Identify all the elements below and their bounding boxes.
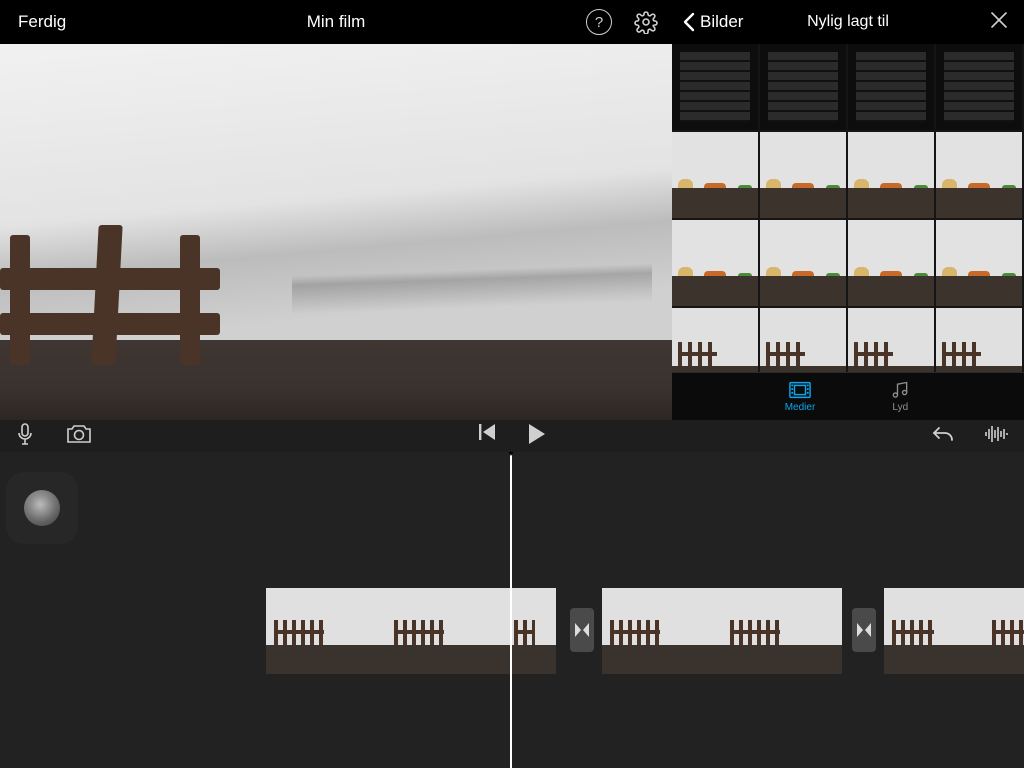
transition-button[interactable] bbox=[852, 608, 876, 652]
preview-viewer[interactable] bbox=[0, 44, 672, 420]
timeline-clip[interactable] bbox=[266, 588, 556, 674]
timeline[interactable] bbox=[0, 452, 1024, 768]
media-thumbnail[interactable] bbox=[848, 308, 934, 372]
media-thumbnail[interactable] bbox=[672, 220, 758, 306]
camera-icon[interactable] bbox=[66, 424, 92, 449]
media-grid[interactable] bbox=[672, 44, 1024, 372]
media-thumbnail[interactable] bbox=[936, 308, 1022, 372]
media-thumbnail[interactable] bbox=[936, 220, 1022, 306]
gear-icon[interactable] bbox=[634, 10, 658, 34]
playback-toolbar bbox=[0, 420, 1024, 452]
media-thumbnail[interactable] bbox=[848, 44, 934, 130]
media-thumbnail[interactable] bbox=[760, 308, 846, 372]
microphone-icon[interactable] bbox=[16, 423, 34, 450]
transition-button[interactable] bbox=[570, 608, 594, 652]
editor-header: Ferdig Min film ? bbox=[0, 0, 672, 44]
media-browser-header: Bilder Nylig lagt til bbox=[672, 0, 1024, 44]
tab-media[interactable]: Medier bbox=[785, 380, 816, 413]
media-thumbnail[interactable] bbox=[760, 220, 846, 306]
media-thumbnail[interactable] bbox=[672, 132, 758, 218]
back-label: Bilder bbox=[700, 12, 743, 32]
help-icon[interactable]: ? bbox=[586, 9, 612, 35]
timeline-clip[interactable] bbox=[602, 588, 842, 674]
media-browser: Medier Lyd bbox=[672, 44, 1024, 420]
waveform-icon[interactable] bbox=[984, 425, 1008, 448]
top-bar: Ferdig Min film ? Bilder Nylig lagt til bbox=[0, 0, 1024, 44]
skip-back-icon[interactable] bbox=[479, 424, 497, 449]
done-button[interactable]: Ferdig bbox=[0, 12, 84, 32]
media-thumbnail[interactable] bbox=[936, 132, 1022, 218]
media-thumbnail[interactable] bbox=[760, 132, 846, 218]
timeline-clip[interactable] bbox=[884, 588, 1024, 674]
assistive-touch[interactable] bbox=[6, 472, 78, 544]
media-thumbnail[interactable] bbox=[936, 44, 1022, 130]
media-thumbnail[interactable] bbox=[760, 44, 846, 130]
project-title: Min film bbox=[0, 12, 672, 32]
media-thumbnail[interactable] bbox=[848, 220, 934, 306]
undo-icon[interactable] bbox=[932, 425, 954, 448]
playhead[interactable] bbox=[510, 452, 512, 768]
media-tabs: Medier Lyd bbox=[672, 372, 1024, 420]
tab-audio[interactable]: Lyd bbox=[889, 380, 911, 413]
back-button[interactable]: Bilder bbox=[672, 12, 749, 32]
close-icon[interactable] bbox=[990, 11, 1008, 34]
play-icon[interactable] bbox=[527, 424, 545, 449]
filmstrip-icon bbox=[789, 380, 811, 400]
music-icon bbox=[889, 380, 911, 400]
media-thumbnail[interactable] bbox=[672, 308, 758, 372]
tab-media-label: Medier bbox=[785, 402, 816, 413]
media-thumbnail[interactable] bbox=[672, 44, 758, 130]
tab-audio-label: Lyd bbox=[892, 402, 908, 413]
media-thumbnail[interactable] bbox=[848, 132, 934, 218]
